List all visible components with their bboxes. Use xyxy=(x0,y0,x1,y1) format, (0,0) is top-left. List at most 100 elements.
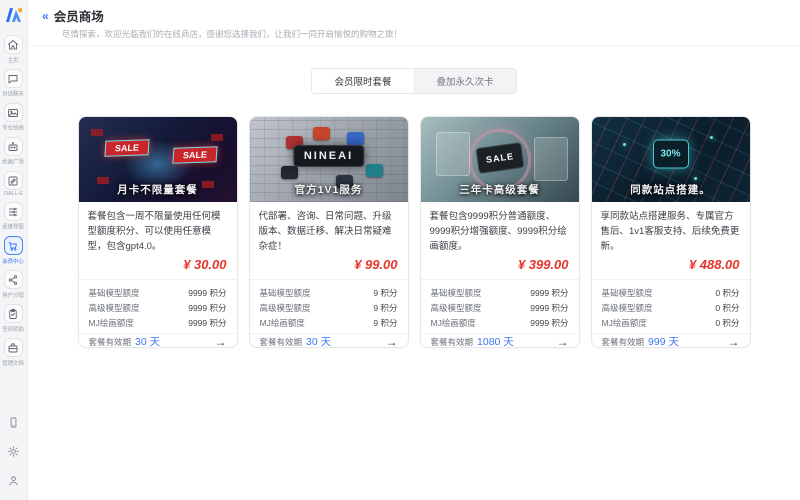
card-description: 享同款站点搭建服务、专属官方售后、1v1客服支持、后续免费更新。 xyxy=(600,211,740,253)
quota-row: 高级模型额度 9999 积分 xyxy=(431,300,569,315)
quota-value: 9999 积分 xyxy=(188,302,227,313)
plan-card-0[interactable]: SALE SALE 月卡不限量套餐套餐包含一周不限量使用任何模型额度积分、可以使用任… xyxy=(77,116,238,348)
sidebar-item-3[interactable]: 绘画广场 xyxy=(1,137,25,166)
card-price: ¥ 30.00 xyxy=(183,257,227,272)
page-title: 会员商场 xyxy=(53,10,104,24)
card-image: 30% 同款站点搭建。 xyxy=(591,117,750,202)
robot-icon xyxy=(3,137,23,156)
chat-icon xyxy=(3,69,23,88)
card-image-title: 同款站点搭建。 xyxy=(630,184,711,196)
share-icon xyxy=(3,270,23,289)
card-footer: 套餐有效期 30 天 → xyxy=(249,333,408,348)
quota-label: 高级模型额度 xyxy=(259,302,311,313)
sale-badge: SALE xyxy=(172,145,218,164)
discount-tag: 30% xyxy=(652,139,689,169)
mindmap-icon xyxy=(3,202,23,221)
validity-label: 套餐有效期 xyxy=(259,336,303,347)
sidebar-item-label: 绘画广场 xyxy=(2,160,25,166)
quota-label: 高级模型额度 xyxy=(430,302,482,313)
quota-value: 9 积分 xyxy=(373,287,398,298)
quota-rows: 基础模型额度 9999 积分 高级模型额度 9999 积分 MJ绘画额度 9999 积分 xyxy=(420,279,579,333)
sidebar-item-label: 管理文档 xyxy=(2,361,25,367)
sidebar-nav: 主页对话聊天专业绘画绘画广场 DALL-E 思维导图会员中心用户分销签到奖励管理文档 xyxy=(1,35,25,367)
quota-value: 9999 积分 xyxy=(188,287,227,298)
validity-label: 套餐有效期 xyxy=(601,336,645,347)
plan-card-2[interactable]: SALE 三年卡高级套餐 套餐包含9999积分普通额度、9999积分增强额度、999… xyxy=(419,116,580,348)
plan-card-1[interactable]: NINEAI 官方1V1服务 代部署、咨询、日常问题、升级版本、数据迁移、解决日常疑… xyxy=(248,116,409,348)
sidebar-item-4[interactable]: DALL-E xyxy=(3,171,24,197)
quota-value: 9999 积分 xyxy=(530,287,569,298)
quota-label: 基础模型额度 xyxy=(430,287,482,298)
nineai-logo xyxy=(5,8,22,22)
quota-row: MJ绘画额度 0 积分 xyxy=(602,315,740,330)
sale-badge: SALE xyxy=(104,139,151,157)
quota-row: MJ绘画额度 9999 积分 xyxy=(89,315,227,330)
quota-row: 高级模型额度 9999 积分 xyxy=(89,300,227,315)
buy-arrow-icon[interactable]: → xyxy=(728,335,740,348)
quota-row: 基础模型额度 0 积分 xyxy=(602,285,740,300)
quota-row: 基础模型额度 9999 积分 xyxy=(89,285,227,300)
quota-value: 0 积分 xyxy=(715,317,740,328)
sidebar-item-5[interactable]: 思维导图 xyxy=(1,202,25,231)
quota-row: 高级模型额度 0 积分 xyxy=(602,300,740,315)
sidebar-item-label: 专业绘画 xyxy=(2,126,25,132)
quota-label: 基础模型额度 xyxy=(259,287,311,298)
card-image-title: 月卡不限量套餐 xyxy=(117,184,198,196)
nineai-plate: NINEAI xyxy=(292,145,365,168)
card-image-title: 官方1V1服务 xyxy=(294,184,363,196)
buy-arrow-icon[interactable]: → xyxy=(386,335,398,348)
sidebar-item-label: 签到奖励 xyxy=(2,327,25,333)
sidebar-item-8[interactable]: 签到奖励 xyxy=(1,304,25,333)
sidebar-item-label: 会员中心 xyxy=(2,259,25,265)
cart-icon xyxy=(3,236,23,255)
sidebar: 主页对话聊天专业绘画绘画广场 DALL-E 思维导图会员中心用户分销签到奖励管理文档 xyxy=(0,0,28,500)
card-footer: 套餐有效期 999 天 → xyxy=(591,333,750,348)
card-price: ¥ 488.00 xyxy=(688,257,740,272)
sidebar-item-7[interactable]: 用户分销 xyxy=(1,270,25,299)
sidebar-item-2[interactable]: 专业绘画 xyxy=(1,103,25,132)
card-price: ¥ 399.00 xyxy=(517,257,569,272)
quota-value: 9999 积分 xyxy=(188,317,227,328)
card-image: NINEAI 官方1V1服务 xyxy=(249,117,408,202)
sidebar-item-6[interactable]: 会员中心 xyxy=(1,236,25,265)
sidebar-item-label: 主页 xyxy=(8,58,19,64)
validity-value: 1080 天 xyxy=(477,336,514,348)
buy-arrow-icon[interactable]: → xyxy=(557,335,569,348)
quota-value: 9999 积分 xyxy=(530,317,569,328)
card-image-title: 三年卡高级套餐 xyxy=(459,184,540,196)
sidebar-item-label: 思维导图 xyxy=(2,225,25,231)
quota-row: 基础模型额度 9999 积分 xyxy=(431,285,569,300)
quota-value: 9999 积分 xyxy=(530,302,569,313)
tab-1[interactable]: 叠加永久次卡 xyxy=(415,69,516,93)
quota-value: 9 积分 xyxy=(373,302,398,313)
theme-sun-icon[interactable] xyxy=(7,445,20,463)
page-header: « 会员商场 尽情探索，欢迎光临我们的在线商店，感谢您选择我们，让我们一同开启愉… xyxy=(28,0,800,46)
sidebar-item-1[interactable]: 对话聊天 xyxy=(1,69,25,98)
card-price: ¥ 99.00 xyxy=(354,257,398,272)
collapse-sidebar-icon[interactable]: « xyxy=(42,10,49,22)
tab-0[interactable]: 会员限时套餐 xyxy=(312,69,415,93)
card-footer: 套餐有效期 1080 天 → xyxy=(420,333,579,348)
mobile-icon[interactable] xyxy=(7,416,20,434)
card-description: 套餐包含一周不限量使用任何模型额度积分、可以使用任意模型，包含gpt4.0。 xyxy=(87,211,221,253)
validity-label: 套餐有效期 xyxy=(88,336,132,347)
sidebar-item-9[interactable]: 管理文档 xyxy=(1,338,25,367)
quota-rows: 基础模型额度 9999 积分 高级模型额度 9999 积分 MJ绘画额度 9999 积分 xyxy=(78,279,237,333)
user-icon[interactable] xyxy=(7,474,20,492)
clipboard-icon xyxy=(3,304,23,323)
plan-tabs: 会员限时套餐 叠加永久次卡 xyxy=(311,68,517,94)
buy-arrow-icon[interactable]: → xyxy=(215,335,227,348)
sidebar-item-label: 用户分销 xyxy=(2,293,25,299)
quota-label: 高级模型额度 xyxy=(88,302,140,313)
quota-rows: 基础模型额度 0 积分 高级模型额度 0 积分 MJ绘画额度 0 积分 xyxy=(591,279,750,333)
quota-row: 基础模型额度 9 积分 xyxy=(260,285,398,300)
sidebar-item-0[interactable]: 主页 xyxy=(3,35,23,64)
sidebar-footer xyxy=(7,416,20,492)
quota-label: 高级模型额度 xyxy=(601,302,653,313)
quota-label: MJ绘画额度 xyxy=(601,317,647,328)
main-area: « 会员商场 尽情探索，欢迎光临我们的在线商店，感谢您选择我们，让我们一同开启愉… xyxy=(28,0,800,500)
edit-icon xyxy=(3,171,23,190)
validity-value: 999 天 xyxy=(648,336,679,348)
sidebar-item-label: 对话聊天 xyxy=(2,92,25,98)
plan-card-3[interactable]: 30% 同款站点搭建。享同款站点搭建服务、专属官方售后、1v1客服支持、后续免费更… xyxy=(590,116,751,348)
